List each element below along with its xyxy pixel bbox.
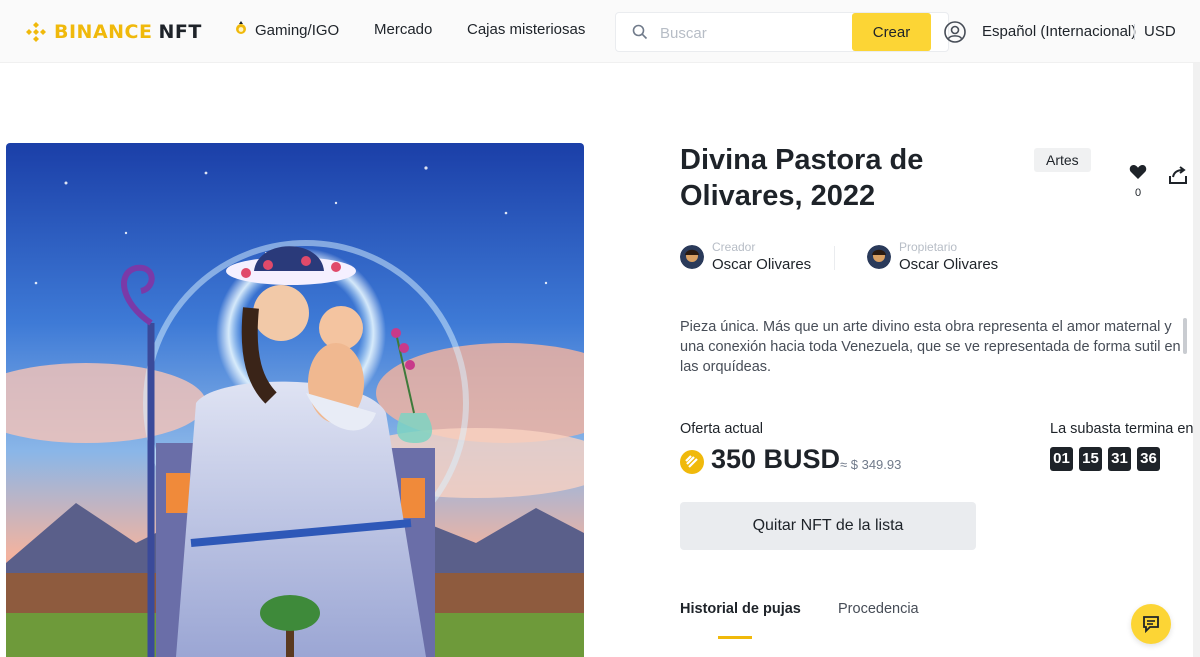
nav-cajas-label: Cajas misteriosas xyxy=(467,21,586,38)
description-scrollbar[interactable] xyxy=(1183,318,1187,354)
logo-brand: BINANCE xyxy=(54,21,153,43)
top-header: BINANCE NFT Gaming/IGO Mercado Cajas mist… xyxy=(0,0,1200,63)
countdown-days: 01 xyxy=(1050,447,1073,471)
nft-artwork-image[interactable] xyxy=(6,143,584,657)
auction-countdown: 01 15 31 36 xyxy=(1050,447,1166,471)
nft-title: Divina Pastora de Olivares, 2022 xyxy=(680,144,924,212)
header-divider xyxy=(1134,24,1135,40)
people-divider xyxy=(834,246,835,270)
owner-name[interactable]: Oscar Olivares xyxy=(899,256,998,273)
nav-gaming-igo[interactable]: Gaming/IGO xyxy=(234,21,339,39)
binance-nft-logo[interactable]: BINANCE NFT xyxy=(24,18,202,46)
like-button[interactable]: 0 xyxy=(1128,164,1148,199)
category-tag[interactable]: Artes xyxy=(1034,148,1091,172)
chat-icon xyxy=(1143,616,1159,634)
fire-icon xyxy=(234,21,248,39)
nav-gaming-label: Gaming/IGO xyxy=(255,21,340,39)
search-icon xyxy=(632,24,648,45)
nav-mystery-boxes[interactable]: Cajas misteriosas xyxy=(467,21,585,38)
active-tab-indicator xyxy=(718,636,752,639)
tab-bid-history[interactable]: Historial de pujas xyxy=(680,601,801,617)
delist-nft-button[interactable]: Quitar NFT de la lista xyxy=(680,502,976,550)
creator-info[interactable]: Creador Oscar Olivares xyxy=(680,240,811,273)
creator-name[interactable]: Oscar Olivares xyxy=(712,256,811,273)
like-count: 0 xyxy=(1134,187,1142,199)
current-offer-label: Oferta actual xyxy=(680,421,764,437)
nft-description: Pieza única. Más que un arte divino esta… xyxy=(680,319,1181,375)
owner-info[interactable]: Propietario Oscar Olivares xyxy=(867,240,998,273)
countdown-seconds: 36 xyxy=(1137,447,1160,471)
search-input[interactable] xyxy=(660,22,850,44)
current-offer-amount: 350 BUSD xyxy=(711,444,841,474)
create-button[interactable]: Crear xyxy=(852,13,931,51)
language-selector[interactable]: Español (Internacional) xyxy=(982,23,1136,40)
countdown-minutes: 31 xyxy=(1108,447,1131,471)
heart-icon xyxy=(1129,165,1147,179)
offer-usd-equivalent: ≈ $ 349.93 xyxy=(840,457,902,472)
binance-logo-icon xyxy=(26,22,46,42)
owner-avatar xyxy=(867,245,891,269)
nav-mercado-label: Mercado xyxy=(374,21,433,38)
tab-provenance[interactable]: Procedencia xyxy=(838,601,919,617)
busd-coin-icon xyxy=(680,450,704,479)
owner-label: Propietario xyxy=(899,240,958,254)
support-chat-button[interactable] xyxy=(1131,604,1171,644)
logo-suffix: NFT xyxy=(158,21,202,43)
countdown-hours: 15 xyxy=(1079,447,1102,471)
nav-mercado[interactable]: Mercado xyxy=(374,21,432,38)
share-icon[interactable] xyxy=(1167,164,1189,191)
user-account-icon[interactable] xyxy=(943,20,967,49)
currency-selector[interactable]: USD xyxy=(1144,23,1176,40)
creator-avatar xyxy=(680,245,704,269)
creator-label: Creador xyxy=(712,240,756,254)
auction-ends-label: La subasta termina en xyxy=(1050,421,1194,437)
page-scrollbar[interactable] xyxy=(1193,63,1200,657)
